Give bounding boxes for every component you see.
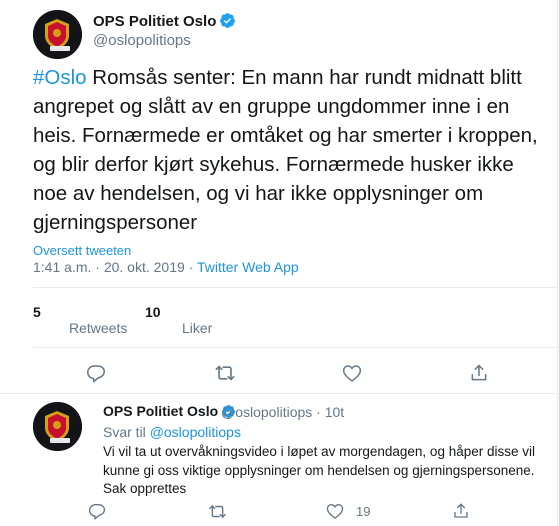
- tweet-source[interactable]: Twitter Web App: [197, 259, 299, 275]
- hashtag-link[interactable]: #Oslo: [33, 66, 87, 89]
- reply-icon: [88, 504, 106, 520]
- translate-tweet-link[interactable]: Oversett tweeten: [33, 243, 131, 258]
- heart-icon: [326, 504, 344, 519]
- retweet-icon: [215, 365, 235, 381]
- reply-likes-count[interactable]: 19: [356, 504, 370, 519]
- reply-author-handle[interactable]: @oslopolitiops · 10t: [221, 404, 344, 420]
- likes-count[interactable]: 10: [145, 304, 161, 320]
- tweet-body: Romsås senter: En mann har rundt midnatt…: [33, 66, 538, 234]
- share-icon: [471, 364, 487, 381]
- likes-label[interactable]: Liker: [182, 320, 212, 336]
- verified-badge-icon: [220, 13, 236, 28]
- police-badge-image: [33, 10, 82, 59]
- reply-text: Vi vil ta ut overvåkningsvideo i løpet a…: [103, 444, 535, 496]
- reply-icon: [87, 365, 105, 383]
- column-border: [557, 0, 558, 526]
- reply-retweet-button[interactable]: [205, 499, 229, 523]
- replying-to: Svar til @oslopolitiops: [103, 424, 241, 440]
- author-handle[interactable]: @oslopolitiops: [93, 32, 191, 49]
- replying-to-mention[interactable]: @oslopolitiops: [150, 424, 241, 440]
- share-icon: [454, 503, 468, 518]
- divider-reply: [0, 393, 557, 394]
- meta-separator: ·: [91, 259, 104, 275]
- reply-reply-button[interactable]: [85, 499, 109, 523]
- share-button[interactable]: [467, 361, 491, 385]
- retweets-label[interactable]: Retweets: [69, 320, 127, 336]
- divider-bottom-stats: [33, 347, 557, 348]
- replying-to-label: Svar til: [103, 424, 150, 440]
- divider-top-stats: [33, 287, 557, 288]
- tweet-meta: 1:41 a.m. · 20. okt. 2019 · Twitter Web …: [33, 259, 299, 275]
- author-name[interactable]: OPS Politiet Oslo: [93, 12, 236, 30]
- retweet-button[interactable]: [213, 361, 237, 385]
- author-name-text: OPS Politiet Oslo: [93, 13, 217, 30]
- author-avatar[interactable]: [33, 10, 82, 59]
- retweets-count[interactable]: 5: [33, 304, 41, 320]
- reply-share-button[interactable]: [449, 499, 473, 523]
- tweet-text: #Oslo Romsås senter: En mann har rundt m…: [33, 63, 553, 237]
- retweet-icon: [208, 504, 226, 518]
- reply-author-name-text: OPS Politiet Oslo: [103, 403, 219, 419]
- like-button[interactable]: [340, 361, 364, 385]
- tweet-date[interactable]: 20. okt. 2019: [104, 259, 185, 275]
- reply-police-badge-image: [33, 402, 82, 451]
- reply-author-avatar[interactable]: [33, 402, 82, 451]
- reply-like-button[interactable]: [323, 499, 347, 523]
- tweet-page: OPS Politiet Oslo @oslopolitiops #Oslo R…: [0, 0, 559, 526]
- reply-author-name[interactable]: OPS Politiet Oslo: [103, 403, 236, 419]
- meta-separator-2: ·: [184, 259, 197, 275]
- heart-icon: [342, 365, 362, 382]
- reply-button[interactable]: [84, 361, 108, 385]
- tweet-time[interactable]: 1:41 a.m.: [33, 259, 91, 275]
